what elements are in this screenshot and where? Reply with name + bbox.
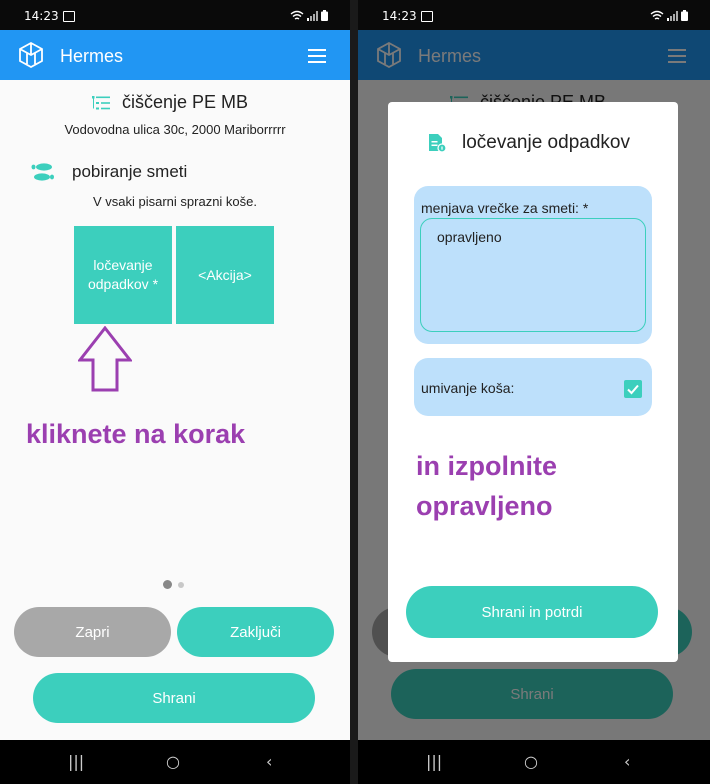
document-info-icon [429, 134, 446, 153]
step-dialog: ločevanje odpadkov menjava vrečke za sme… [388, 102, 678, 662]
home-nav-icon[interactable]: ○ [524, 752, 538, 771]
screens-divider [350, 0, 358, 784]
close-button[interactable]: Zapri [14, 607, 171, 657]
checklist-icon [92, 95, 110, 109]
field-label: menjava vrečke za smeti: * [421, 200, 589, 216]
checkmark-icon [627, 384, 639, 395]
app-title: Hermes [60, 46, 124, 66]
task-title: čiščenje PE MB [122, 92, 249, 112]
phone-screen-right: 14:23 Hermes čiščenje PE MB Zapri Zaklju… [358, 0, 710, 784]
up-arrow-annotation-icon [78, 326, 132, 392]
field-card-umivanje-kosa: umivanje koša: [414, 358, 652, 416]
status-bar: 14:23 [358, 0, 710, 30]
step-description: V vsaki pisarni sprazni koše. [92, 194, 257, 209]
save-button[interactable]: Shrani [33, 673, 315, 723]
wifi-icon [290, 10, 304, 20]
field-label: umivanje koša: [421, 380, 515, 396]
status-time: 14:23 [24, 9, 59, 23]
recents-nav-icon[interactable]: ||| [68, 752, 84, 771]
gallery-icon [63, 11, 75, 22]
dialog-header: ločevanje odpadkov [428, 132, 630, 154]
status-time: 14:23 [382, 9, 417, 23]
tile-label: ločevanje odpadkov * [87, 257, 159, 292]
step-header: pobiranje smeti [30, 162, 187, 182]
step-title: pobiranje smeti [72, 162, 188, 181]
system-nav-bar: ||| ○ ‹ [0, 740, 350, 784]
step-tile-akcija[interactable]: <Akcija> [176, 226, 274, 324]
status-icons [290, 10, 328, 21]
system-nav-bar: ||| ○ ‹ [358, 740, 710, 784]
signal-icon [667, 11, 678, 21]
status-icons [650, 10, 688, 21]
step-tile-locevanje[interactable]: ločevanje odpadkov * [74, 226, 172, 324]
field-card-menjava-vrecke: menjava vrečke za smeti: * opravljeno [414, 186, 652, 344]
main-content: čiščenje PE MB Vodovodna ulica 30c, 2000… [0, 80, 350, 740]
hamburger-menu-icon[interactable] [308, 49, 326, 67]
finish-button[interactable]: Zaključi [177, 607, 334, 657]
back-nav-icon[interactable]: ‹ [624, 752, 630, 771]
gallery-icon [421, 11, 433, 22]
status-bar: 14:23 [0, 0, 350, 30]
back-nav-icon[interactable]: ‹ [266, 752, 272, 771]
annotation-right-line2: opravljeno [416, 491, 553, 521]
hermes-logo-icon [19, 42, 43, 68]
task-address: Vodovodna ulica 30c, 2000 Mariborrrrr [64, 122, 286, 137]
dialog-title: ločevanje odpadkov [462, 132, 630, 153]
wifi-icon [650, 10, 664, 20]
task-header: čiščenje PE MB [92, 92, 248, 113]
menjava-vrecke-input[interactable]: opravljeno [420, 218, 646, 332]
annotation-left: kliknete na korak [26, 419, 246, 449]
annotation-right-line1: in izpolnite [416, 451, 557, 481]
umivanje-kosa-checkbox[interactable] [624, 380, 642, 398]
battery-icon [681, 10, 688, 21]
battery-icon [321, 10, 328, 21]
save-and-confirm-button[interactable]: Shrani in potrdi [406, 586, 658, 638]
phone-screen-left: 14:23 Hermes čiščenje PE MB Vodovodna ul… [0, 0, 350, 784]
recents-nav-icon[interactable]: ||| [426, 752, 442, 771]
home-nav-icon[interactable]: ○ [166, 752, 180, 771]
footsteps-icon [31, 163, 54, 181]
tile-label: <Akcija> [198, 266, 252, 283]
input-value: opravljeno [437, 229, 502, 245]
app-bar: Hermes [0, 30, 350, 80]
signal-icon [307, 11, 318, 21]
page-indicator [163, 580, 184, 589]
